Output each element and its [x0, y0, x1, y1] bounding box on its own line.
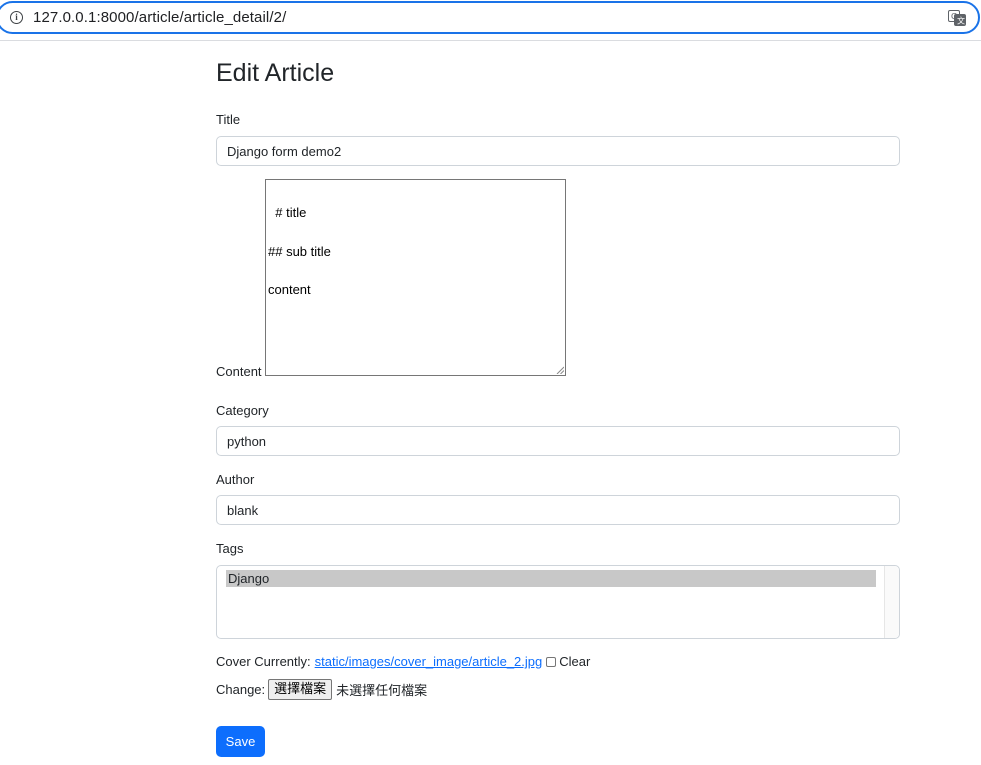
title-label: Title: [216, 112, 241, 127]
change-row: Change: 選擇檔案 未選擇任何檔案: [216, 679, 427, 700]
choose-file-button[interactable]: 選擇檔案: [268, 679, 333, 700]
cover-image-link[interactable]: static/images/cover_image/article_2.jpg: [315, 654, 543, 669]
site-info-icon[interactable]: i: [10, 11, 23, 24]
category-label: Category: [216, 403, 269, 418]
content-label: Content: [216, 364, 262, 379]
clear-label[interactable]: Clear: [559, 654, 590, 669]
browser-toolbar: i 127.0.0.1:8000/article/article_detail/…: [0, 0, 981, 41]
author-label: Author: [216, 472, 255, 487]
content-textarea[interactable]: # title ## sub title content: [265, 179, 566, 376]
cover-label: Cover Currently:: [216, 654, 311, 669]
svg-text:文: 文: [957, 16, 965, 26]
tags-label: Tags: [216, 541, 244, 556]
author-input[interactable]: blank: [216, 495, 900, 525]
title-input[interactable]: Django form demo2: [216, 136, 900, 166]
tags-multiselect[interactable]: Django: [216, 565, 900, 639]
page-title: Edit Article: [216, 59, 335, 87]
save-button[interactable]: Save: [216, 726, 265, 757]
change-label: Change:: [216, 682, 266, 697]
content-text: # title ## sub title content: [268, 205, 331, 298]
tag-option-django[interactable]: Django: [226, 570, 876, 587]
tags-scrollbar[interactable]: [884, 566, 899, 638]
file-status-text: 未選擇任何檔案: [336, 684, 428, 699]
translate-icon[interactable]: G 文: [948, 10, 966, 26]
clear-checkbox[interactable]: [546, 656, 557, 667]
cover-row: Cover Currently: static/images/cover_ima…: [216, 654, 590, 669]
address-url[interactable]: 127.0.0.1:8000/article/article_detail/2/: [33, 9, 286, 26]
category-input[interactable]: python: [216, 426, 900, 456]
address-bar[interactable]: i 127.0.0.1:8000/article/article_detail/…: [0, 1, 980, 34]
resize-grip-icon[interactable]: [556, 366, 564, 374]
